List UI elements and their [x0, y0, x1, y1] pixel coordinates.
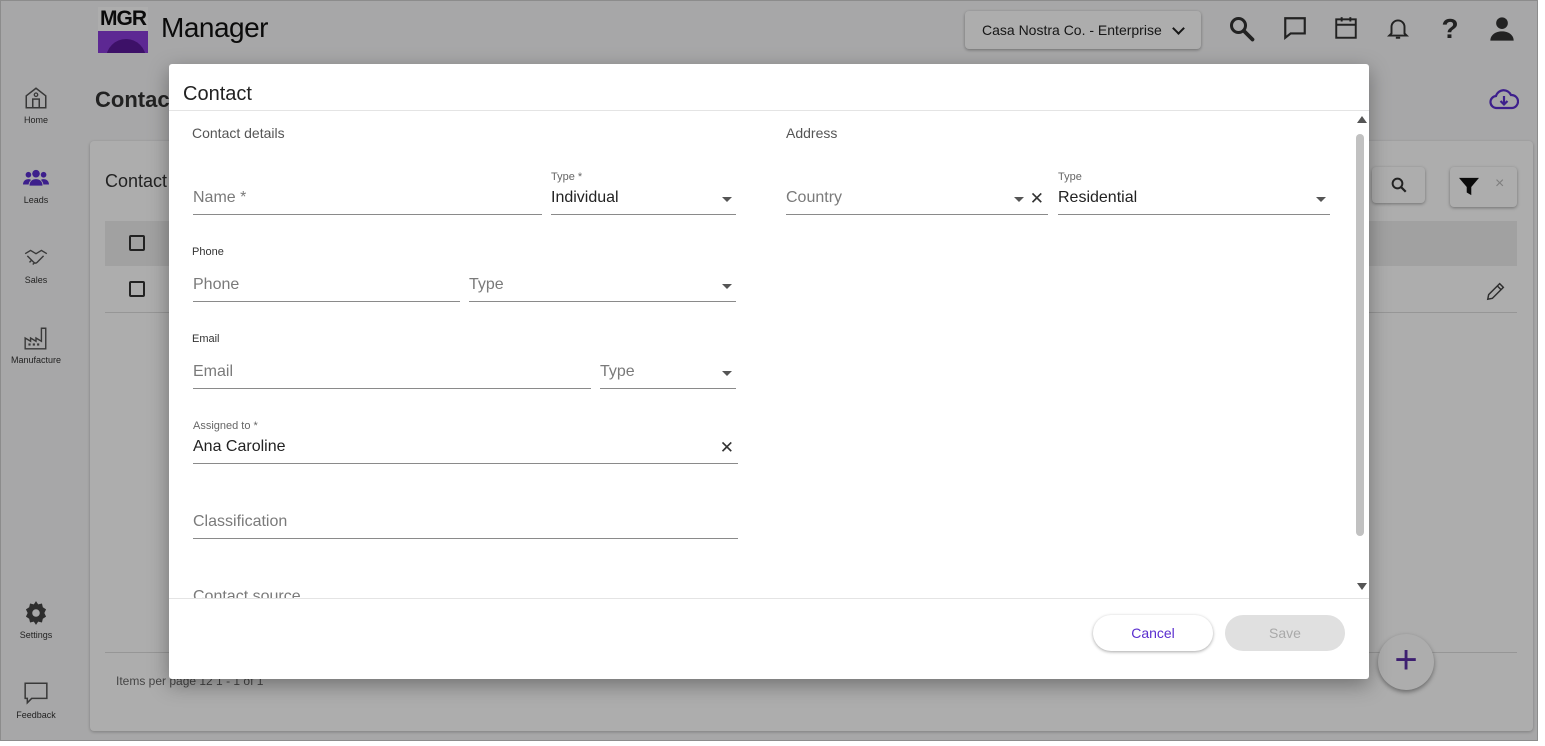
email-group-label: Email	[192, 333, 220, 345]
scrollbar-thumb[interactable]	[1356, 134, 1364, 536]
dropdown-arrow-icon	[722, 371, 732, 376]
phone-type-select[interactable]: Type	[469, 258, 736, 302]
country-placeholder: Country	[786, 189, 843, 206]
email-type-select[interactable]: Type	[600, 345, 736, 389]
address-title: Address	[786, 125, 838, 141]
cancel-button[interactable]: Cancel	[1093, 615, 1213, 651]
scroll-down-arrow-icon[interactable]	[1357, 583, 1367, 590]
assigned-to-value: Ana Caroline	[193, 438, 286, 455]
name-field[interactable]: Name *	[193, 171, 542, 215]
name-placeholder: Name *	[193, 189, 247, 206]
contact-details-title: Contact details	[192, 125, 285, 141]
email-type-placeholder: Type	[600, 363, 635, 380]
classification-field[interactable]: Classification	[193, 495, 738, 539]
email-placeholder: Email	[193, 363, 234, 380]
clear-icon[interactable]: ✕	[1030, 189, 1044, 209]
field-underline	[193, 463, 738, 464]
dialog-scrollbar[interactable]	[1355, 116, 1367, 594]
field-underline	[193, 388, 591, 389]
field-underline	[193, 538, 738, 539]
contact-type-label: Type *	[551, 171, 583, 183]
email-input[interactable]: Email	[193, 345, 591, 389]
phone-group-label: Phone	[192, 246, 224, 258]
assigned-to-field[interactable]: Assigned to * Ana Caroline ✕	[193, 420, 738, 464]
field-underline	[193, 301, 460, 302]
assigned-to-label: Assigned to *	[193, 420, 258, 432]
contact-dialog: Contact Contact details Name * Type * In…	[169, 64, 1369, 679]
classification-placeholder: Classification	[193, 513, 288, 530]
country-select[interactable]: Country ✕	[786, 171, 1048, 215]
scroll-up-arrow-icon[interactable]	[1357, 116, 1367, 123]
dropdown-arrow-icon	[722, 197, 732, 202]
contact-source-field[interactable]: Contact source	[193, 570, 738, 598]
field-underline	[600, 388, 736, 389]
address-type-select[interactable]: Type Residential	[1058, 171, 1330, 215]
phone-input[interactable]: Phone	[193, 258, 460, 302]
contact-type-value: Individual	[551, 189, 619, 206]
field-underline	[469, 301, 736, 302]
dialog-body: Contact details Name * Type * Individual…	[169, 111, 1355, 598]
dialog-footer-divider	[169, 598, 1369, 599]
contact-type-select[interactable]: Type * Individual	[551, 171, 736, 215]
dropdown-arrow-icon	[1014, 197, 1024, 202]
field-underline	[193, 214, 542, 215]
field-underline	[1058, 214, 1330, 215]
phone-type-placeholder: Type	[469, 276, 504, 293]
field-underline	[551, 214, 736, 215]
dropdown-arrow-icon	[1316, 197, 1326, 202]
phone-placeholder: Phone	[193, 276, 240, 293]
dialog-title: Contact	[183, 83, 252, 105]
dropdown-arrow-icon	[722, 284, 732, 289]
address-type-value: Residential	[1058, 189, 1138, 206]
clear-icon[interactable]: ✕	[720, 438, 734, 458]
save-button[interactable]: Save	[1225, 615, 1345, 651]
contact-source-placeholder: Contact source	[193, 588, 301, 598]
field-underline	[786, 214, 1048, 215]
address-type-label: Type	[1058, 171, 1082, 183]
